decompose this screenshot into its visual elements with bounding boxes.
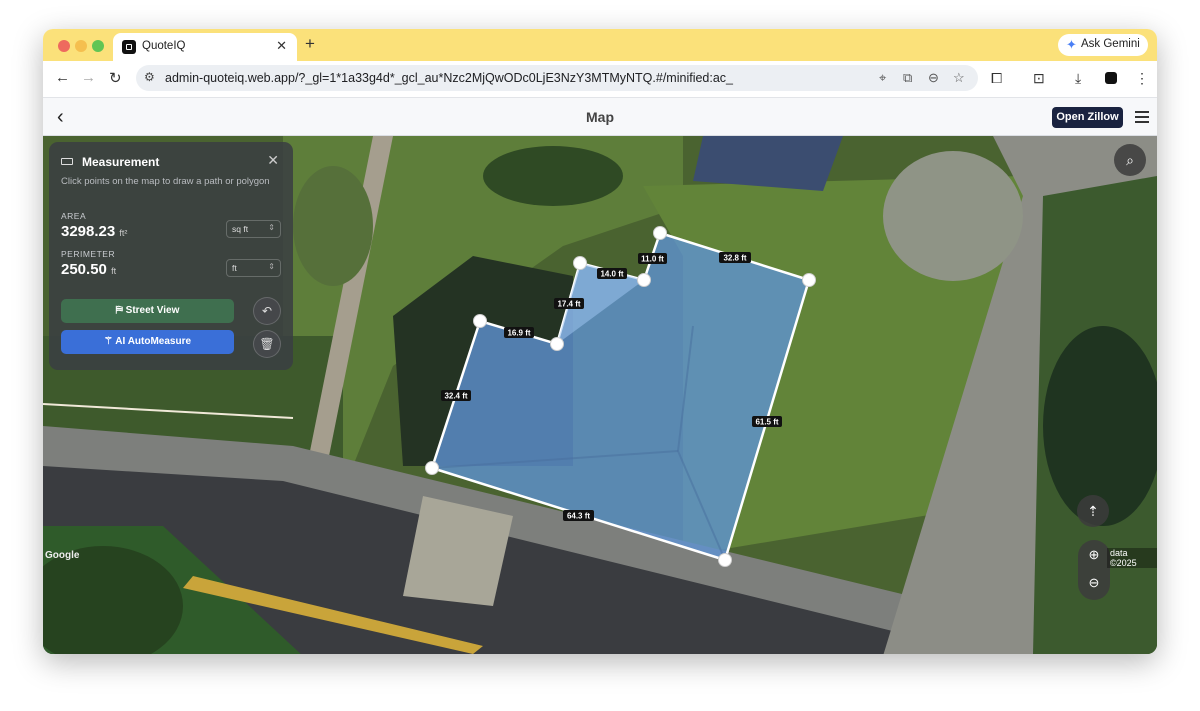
area-unit-select[interactable]: sq ft ⇕ [226, 220, 281, 238]
download-icon[interactable]: ⤓ [1075, 70, 1081, 87]
bookmark-star-icon[interactable]: ☆ [953, 70, 965, 86]
tab-quoteiq[interactable]: QuoteIQ ✕ [113, 33, 297, 61]
location-pin-icon[interactable]: ⌖ [879, 70, 886, 86]
perimeter-unit-select[interactable]: ft ⇕ [226, 259, 281, 277]
tab-close-icon[interactable]: ✕ [276, 38, 287, 54]
url-text[interactable]: admin-quoteiq.web.app/?_gl=1*1a33g4d*_gc… [165, 71, 733, 85]
back-arrow-icon[interactable]: ← [55, 69, 70, 86]
satellite-map[interactable]: 14.0 ft 11.0 ft 32.8 ft 17.4 ft 16.9 ft … [43, 136, 1157, 654]
edge-label-2: 11.0 ft [641, 255, 664, 264]
undo-button[interactable]: ↶ [253, 297, 281, 325]
compass-button[interactable]: ⇡ [1077, 495, 1109, 527]
ask-gemini-label: Ask Gemini [1081, 38, 1140, 50]
tab-title: QuoteIQ [142, 40, 186, 52]
perimeter-value: 250.50 ft [61, 261, 117, 278]
zoom-out-icon[interactable]: ⊖ [1078, 575, 1110, 591]
trash-icon: 🗑 [259, 337, 275, 351]
area-label: AREA [61, 211, 87, 221]
chevron-updown-icon: ⇕ [268, 223, 275, 232]
perimeter-label: PERIMETER [61, 249, 116, 259]
delete-button[interactable]: 🗑 [253, 330, 281, 358]
zoom-controls: ⊕ ⊖ [1078, 540, 1110, 600]
edge-label-7: 61.5 ft [755, 418, 778, 427]
measurement-hint: Click points on the map to draw a path o… [61, 176, 270, 187]
chevron-updown-icon: ⇕ [268, 262, 275, 271]
tab-strip: QuoteIQ ✕ + ✦ Ask Gemini [43, 29, 1157, 61]
edge-label-4: 17.4 ft [557, 300, 580, 309]
edge-label-8: 64.3 ft [567, 512, 590, 521]
open-zillow-button[interactable]: Open Zillow [1052, 107, 1123, 128]
edge-label-6: 32.4 ft [444, 392, 467, 401]
quoteiq-favicon-icon [122, 40, 136, 54]
extensions-puzzle-icon[interactable]: ⧠ [991, 70, 1002, 87]
street-view-icon: ⛿ [115, 305, 126, 316]
browser-toolbar: ← → ↻ ⚙ admin-quoteiq.web.app/?_gl=1*1a3… [43, 61, 1157, 97]
app-header: ‹ Map Open Zillow [43, 97, 1157, 136]
search-icon: ⌕ [1126, 152, 1134, 168]
new-tab-button[interactable]: + [305, 34, 315, 54]
close-window-button[interactable] [58, 40, 70, 52]
ask-gemini-button[interactable]: ✦ Ask Gemini [1058, 34, 1148, 56]
page-title: Map [586, 109, 614, 125]
close-icon[interactable]: ✕ [267, 152, 279, 169]
reload-icon[interactable]: ↻ [109, 69, 122, 87]
zoom-lens-icon[interactable]: ⊖ [928, 70, 939, 86]
gemini-sparkle-icon: ✦ [1066, 37, 1077, 52]
forward-arrow-icon[interactable]: → [81, 69, 96, 86]
minimize-window-button[interactable] [75, 40, 87, 52]
google-attribution: Google [45, 550, 80, 561]
browser-window: QuoteIQ ✕ + ✦ Ask Gemini ← → ↻ ⚙ admin-q… [43, 29, 1157, 654]
ai-automeasure-button[interactable]: ⚚ AI AutoMeasure [61, 330, 234, 354]
measurement-title: Measurement [82, 155, 160, 169]
maximize-window-button[interactable] [92, 40, 104, 52]
measurement-panel: Measurement ✕ Click points on the map to… [49, 142, 293, 370]
street-view-button[interactable]: ⛿ Street View [61, 299, 234, 323]
tab-search-icon[interactable]: ⊡ [1033, 70, 1045, 87]
map-data-notice[interactable]: data ©2025 [1107, 548, 1157, 568]
zoom-in-icon[interactable]: ⊕ [1078, 547, 1110, 563]
edge-label-5: 16.9 ft [507, 329, 530, 338]
quoteiq-extension-icon[interactable] [1105, 72, 1117, 84]
undo-icon: ↶ [261, 304, 273, 318]
area-value: 3298.23 ft² [61, 223, 128, 240]
hamburger-menu-icon[interactable] [1135, 111, 1149, 123]
compass-icon: ⇡ [1087, 503, 1099, 519]
ruler-icon [61, 158, 73, 165]
edge-label-1: 14.0 ft [600, 270, 623, 279]
map-search-button[interactable]: ⌕ [1114, 144, 1146, 176]
site-settings-icon[interactable]: ⚙ [144, 70, 155, 84]
install-app-icon[interactable]: ⧉ [903, 70, 912, 86]
address-bar[interactable]: ⚙ admin-quoteiq.web.app/?_gl=1*1a33g4d*_… [136, 65, 978, 91]
magic-wand-icon: ⚚ [103, 336, 116, 347]
more-menu-icon[interactable]: ⋮ [1135, 70, 1149, 87]
edge-label-3: 32.8 ft [723, 254, 746, 263]
